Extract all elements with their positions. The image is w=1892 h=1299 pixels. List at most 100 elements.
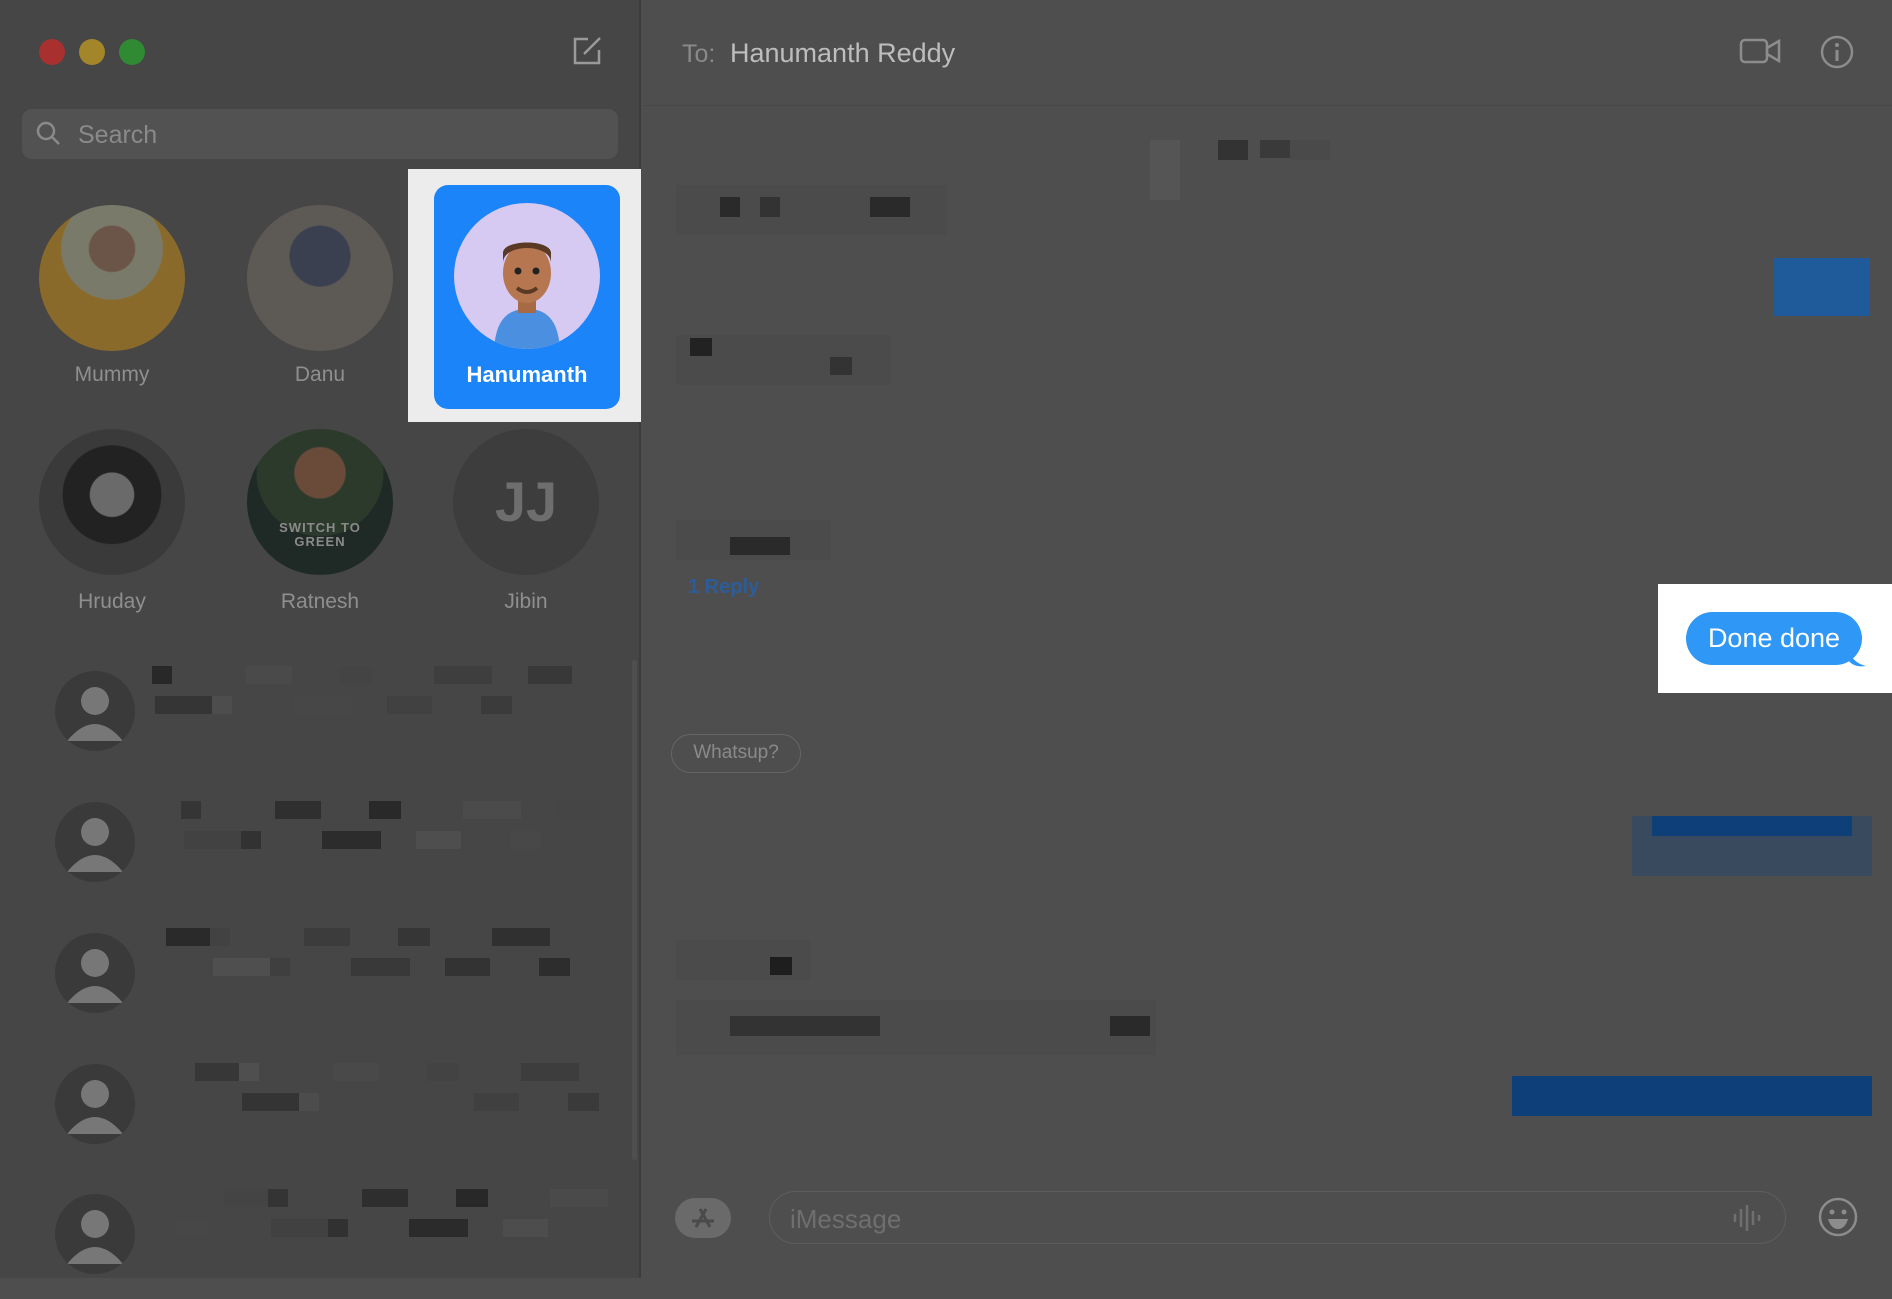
redacted-message [690,338,712,356]
close-window-button[interactable] [39,39,65,65]
conversation-list-item[interactable] [0,913,630,1038]
redacted-text [275,801,321,819]
to-label: To: [682,40,716,68]
redacted-message [1260,140,1290,158]
compose-icon[interactable] [570,34,604,68]
redacted-text [387,696,432,714]
redacted-text [224,1189,268,1207]
avatar [247,205,393,351]
redacted-message [1290,140,1330,160]
zoom-window-button[interactable] [119,39,145,65]
redacted-message [770,957,792,975]
redacted-text [322,831,381,849]
redacted-text [333,1063,379,1081]
redacted-text [409,1219,468,1237]
redacted-message [1652,816,1852,836]
redacted-message [730,1016,880,1036]
conversation-header: To: Hanumanth Reddy [643,0,1892,106]
avatar-shirt-text: SWITCH TO GREEN [279,520,361,549]
search-input[interactable]: Search [22,109,618,159]
redacted-message [730,537,790,555]
redacted-text [210,928,230,946]
pinned-contact-mummy[interactable]: Mummy [12,205,212,395]
redacted-message [720,197,740,217]
highlight-frame: Done done [1658,584,1892,693]
redacted-text [246,666,292,684]
pinned-contact-jibin[interactable]: JJ Jibin [426,429,626,619]
redacted-text [239,1063,259,1081]
redacted-text [510,831,541,849]
redacted-text [155,696,212,714]
redacted-text [184,831,241,849]
redacted-text [181,801,201,819]
pinned-contact-ratnesh[interactable]: SWITCH TO GREEN Ratnesh [220,429,420,619]
default-avatar [55,671,135,751]
redacted-message [1110,1016,1150,1036]
redacted-text [213,958,270,976]
redacted-text [268,1189,288,1207]
default-avatar [55,933,135,1013]
emoji-icon[interactable] [1817,1196,1859,1238]
pinned-contact-hruday[interactable]: Hruday [12,429,212,619]
redacted-text [351,958,410,976]
search-placeholder: Search [78,121,158,149]
sent-message-bubble[interactable]: Done done [1686,612,1862,665]
redacted-text [427,1063,459,1081]
audio-message-icon[interactable] [1730,1204,1764,1232]
conversation-list-item[interactable] [0,782,630,907]
redacted-text [503,1219,548,1237]
message-placeholder: iMessage [790,1204,902,1234]
avatar: SWITCH TO GREEN [247,429,393,575]
conversation-list-item[interactable] [0,651,630,776]
redacted-text [528,666,572,684]
pinned-contact-hanumanth[interactable]: Hanumanth [434,185,620,409]
redacted-text [416,831,461,849]
redacted-text [340,666,372,684]
redacted-message [1774,258,1870,316]
redacted-message [1150,140,1180,200]
sidebar: Search Mummy Danu Hanumanth Hruday SWITC… [0,0,641,1278]
memoji-avatar [454,203,600,349]
thread-reply-link[interactable]: 1 Reply [688,576,759,599]
redacted-text [521,1063,579,1081]
contact-name: Mummy [74,363,150,386]
redacted-text [557,801,601,819]
initials-avatar: JJ [453,429,599,575]
contact-name: Danu [294,363,346,386]
avatar [39,429,185,575]
app-store-icon[interactable] [674,1197,734,1239]
contact-name: Hruday [78,590,146,613]
redacted-text [568,1093,599,1111]
redacted-text [380,1093,439,1111]
default-avatar [55,1194,135,1274]
conversation-list-item[interactable] [0,1174,630,1299]
sidebar-scrollbar[interactable] [632,660,637,1160]
pinned-contact-danu[interactable]: Danu [220,205,420,395]
redacted-text [242,1093,299,1111]
redacted-text [474,1093,519,1111]
received-message-bubble[interactable]: Whatsup? [671,734,801,773]
recipient-name[interactable]: Hanumanth Reddy [730,38,955,69]
minimize-window-button[interactable] [79,39,105,65]
info-icon[interactable] [1819,34,1855,70]
redacted-text [271,1219,328,1237]
redacted-text [362,1189,408,1207]
redacted-message [1218,140,1248,160]
redacted-message [830,357,852,375]
contact-name: Jibin [504,590,548,613]
redacted-text [456,1189,488,1207]
conversation-list-item[interactable] [0,1044,630,1169]
video-call-icon[interactable] [1739,36,1781,66]
redacted-text [492,928,550,946]
redacted-text [152,666,172,684]
redacted-text [166,928,210,946]
message-input[interactable]: iMessage [769,1191,1786,1244]
redacted-text [398,928,430,946]
redacted-text [463,801,521,819]
bubble-tail [1848,646,1866,667]
default-avatar [55,802,135,882]
redacted-text [539,958,570,976]
contact-name: Ratnesh [280,590,360,613]
redacted-text [177,1219,208,1237]
default-avatar [55,1064,135,1144]
